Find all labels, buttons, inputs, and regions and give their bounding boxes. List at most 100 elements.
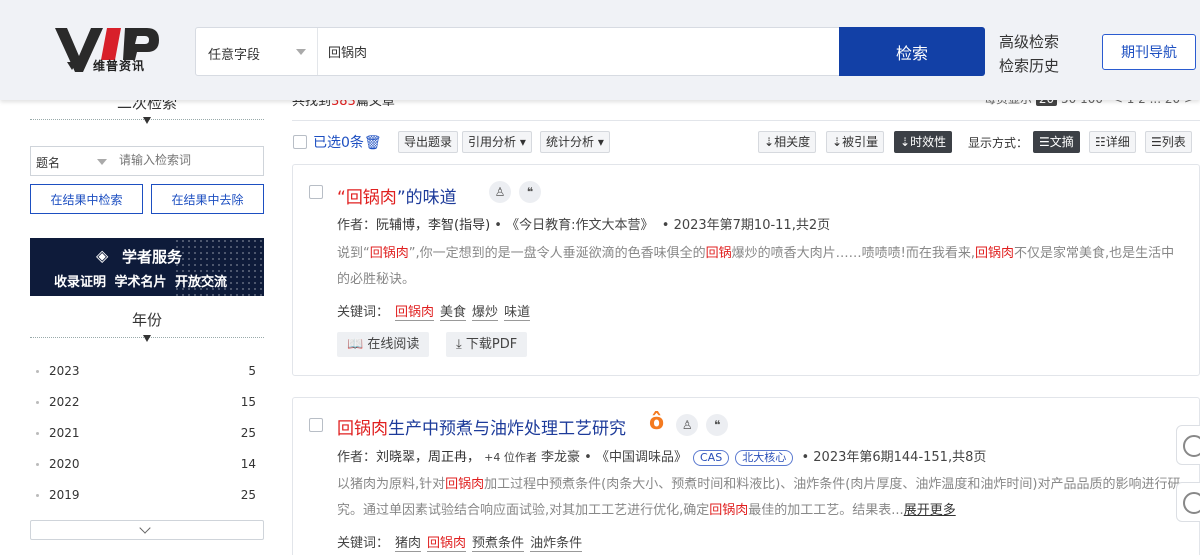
search-within-results-button[interactable]: 在结果中检索 [30, 184, 143, 214]
author-icon[interactable]: ♙ [676, 414, 699, 436]
authors[interactable]: 阮辅博，李智(指导) [376, 218, 490, 233]
bullet [36, 463, 39, 466]
list-icon: ☰ [1039, 135, 1050, 149]
bullet [36, 370, 39, 373]
result-card: 回锅肉生产中预煮与油炸处理工艺研究 ô ♙ ❝ 作者：刘晓翠，周正冉， +4 位作… [292, 397, 1200, 555]
triangle-down-icon [143, 335, 151, 342]
year-label: 2022 [49, 395, 80, 409]
export-button[interactable]: 导出题录 [398, 131, 459, 153]
journal-nav-button[interactable]: 期刊导航 [1102, 34, 1196, 70]
authors[interactable]: 李龙豪 [541, 450, 580, 465]
abstract-highlight: 回锅肉 [369, 246, 409, 261]
trash-icon: 🗑 [363, 135, 382, 151]
year-facet-item[interactable]: 2020 14 [36, 455, 256, 475]
result-title[interactable]: “回锅肉”的味道 [337, 183, 457, 208]
year-count: 15 [240, 395, 256, 409]
scholar-icon: ◈ [96, 246, 109, 265]
keyword[interactable]: 油炸条件 [530, 536, 583, 552]
advanced-search-link[interactable]: 高级检索 [999, 30, 1059, 54]
title-quote: “ [337, 188, 346, 208]
left-sidebar: 二次检索 题名 在结果中检索 在结果中去除 ◈ 学者服务 收录证明 学术名片 开… [0, 94, 290, 555]
title-highlight: 回锅肉 [345, 188, 397, 208]
sort-cited-button[interactable]: ⇣被引量 [826, 131, 885, 153]
top-header: 维普资讯 任意字段 检索 高级检索 检索历史 期刊导航 [0, 0, 1200, 100]
year-label: 2020 [49, 457, 80, 471]
view-abstract-label: 文摘 [1049, 135, 1074, 149]
display-mode-label: 显示方式： [968, 136, 1029, 150]
search-input[interactable] [318, 28, 838, 75]
title-icons: ô ♙ ❝ [649, 410, 736, 436]
result-checkbox[interactable] [309, 185, 323, 199]
expand-more-link[interactable]: 展开更多 [904, 503, 956, 518]
quote-icon[interactable]: ❝ [706, 414, 729, 436]
keyword[interactable]: 回锅肉 [395, 305, 435, 321]
abstract-highlight: 回锅肉 [975, 246, 1015, 261]
result-title[interactable]: 回锅肉生产中预煮与油炸处理工艺研究 [337, 414, 626, 439]
secondary-search-row: 题名 [30, 146, 264, 176]
stats-label: 统计分析 [546, 135, 595, 149]
year-facet-item[interactable]: 2019 25 [36, 486, 256, 506]
journal-name[interactable]: 《中国调味品》 [596, 450, 687, 465]
exclude-from-results-button[interactable]: 在结果中去除 [151, 184, 264, 214]
logo-brand-text: 维普资讯 [93, 59, 146, 73]
help-button[interactable] [1176, 482, 1200, 522]
search-field-select[interactable]: 任意字段 [196, 28, 318, 75]
citation-analysis-dropdown[interactable]: 引用分析 ▾ [462, 131, 532, 153]
stats-analysis-dropdown[interactable]: 统计分析 ▾ [540, 131, 610, 153]
download-pdf-label: 下载PDF [465, 337, 518, 352]
issue-info: 2023年第6期144-151,共8页 [813, 450, 987, 465]
secondary-field-select[interactable]: 题名 [36, 154, 60, 171]
year-expand-button[interactable] [30, 520, 264, 540]
authors-label: 作者： [337, 450, 377, 465]
result-checkbox[interactable] [309, 418, 323, 432]
chevron-down-icon[interactable] [97, 159, 107, 165]
selected-count[interactable]: 已选0条🗑 [313, 132, 382, 152]
year-facet-item[interactable]: 2023 5 [36, 362, 256, 382]
download-pdf-button[interactable]: ⤓ 下载PDF [446, 332, 528, 357]
header-links: 高级检索 检索历史 [999, 30, 1059, 78]
select-all-checkbox[interactable] [293, 135, 307, 149]
keyword[interactable]: 回锅肉 [427, 536, 467, 552]
search-button[interactable]: 检索 [839, 27, 985, 76]
year-facet-title: 年份 [131, 311, 162, 329]
year-label: 2021 [49, 426, 80, 440]
keyword[interactable]: 美食 [440, 305, 467, 321]
sort-relevance-label: 相关度 [774, 135, 811, 149]
view-detail-button[interactable]: ☷详细 [1089, 131, 1136, 153]
bullet [36, 401, 39, 404]
journal-name[interactable]: 《今日教育:作文大本营》 [506, 218, 653, 233]
issue-info: 2023年第7期10-11,共2页 [673, 218, 831, 233]
year-count: 25 [240, 426, 256, 440]
chevron-down-icon [296, 49, 306, 55]
result-keywords: 关键词： 回锅肉 美食 爆炒 味道 [337, 301, 531, 321]
view-list-button[interactable]: ☰列表 [1145, 131, 1192, 153]
keyword[interactable]: 爆炒 [472, 305, 499, 321]
more-authors[interactable]: +4 位作者 [484, 451, 537, 464]
sort-time-button[interactable]: ⇣时效性 [894, 131, 953, 153]
quote-icon[interactable]: ❝ [519, 181, 541, 203]
year-label: 2019 [49, 488, 80, 502]
year-facet-item[interactable]: 2021 25 [36, 424, 256, 444]
sort-relevance-button[interactable]: ⇣相关度 [758, 131, 817, 153]
read-online-button[interactable]: 📖 在线阅读 [337, 332, 430, 357]
authors[interactable]: 刘晓翠，周正冉， [376, 450, 480, 465]
keyword[interactable]: 味道 [504, 305, 531, 321]
scholar-banner-title: 学者服务 [122, 248, 183, 266]
customer-service-button[interactable] [1176, 425, 1200, 465]
author-icon[interactable]: ♙ [489, 181, 511, 203]
view-abstract-button[interactable]: ☰文摘 [1033, 131, 1080, 153]
secondary-search-input[interactable] [119, 153, 259, 167]
index-badge: CAS [693, 450, 730, 466]
open-access-icon: ô [649, 410, 665, 435]
chevron-down-icon [139, 522, 151, 534]
search-history-link[interactable]: 检索历史 [999, 54, 1059, 78]
abstract-text: 爆炒的喷香大肉片……啧啧啧!而在我看来, [731, 246, 976, 261]
scholar-service-banner[interactable]: ◈ 学者服务 收录证明 学术名片 开放交流 [30, 238, 264, 296]
keyword[interactable]: 预煮条件 [472, 536, 525, 552]
abstract-text: 说到“ [337, 246, 370, 261]
keyword[interactable]: 猪肉 [395, 536, 422, 552]
read-online-label: 在线阅读 [367, 337, 420, 352]
year-facet-item[interactable]: 2022 15 [36, 393, 256, 413]
sort-icon: ⇣ [764, 135, 775, 149]
index-badge: 北大核心 [735, 450, 794, 466]
